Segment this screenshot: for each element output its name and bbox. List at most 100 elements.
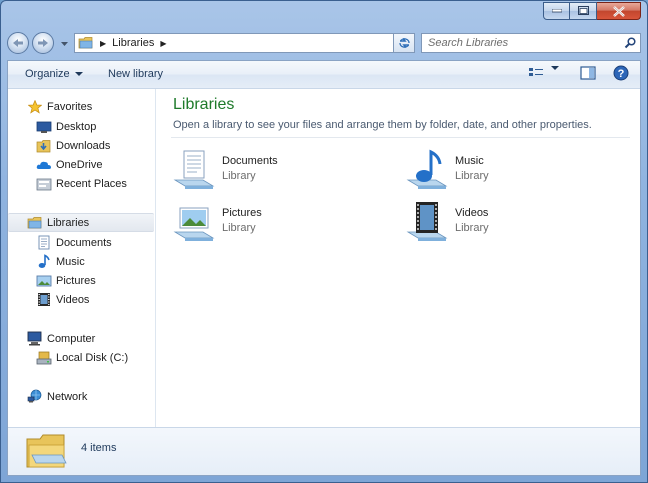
documents-icon — [36, 235, 52, 251]
library-name: Documents — [222, 155, 278, 167]
forward-arrow-icon — [38, 39, 48, 47]
library-name: Videos — [455, 207, 489, 219]
title-bar[interactable] — [1, 1, 647, 29]
view-options-icon — [529, 68, 543, 76]
star-icon — [27, 99, 43, 115]
content-pane: Libraries Open a library to see your fil… — [156, 89, 640, 429]
minimize-button[interactable] — [543, 2, 570, 20]
nav-item-label: Recent Places — [56, 177, 127, 190]
search-icon[interactable] — [624, 37, 636, 49]
libraries-folder-icon — [26, 434, 67, 468]
videos-library-icon — [406, 202, 448, 241]
view-dropdown[interactable] — [551, 66, 559, 82]
local-disk-icon — [36, 350, 52, 366]
nav-item-documents[interactable]: Documents — [8, 233, 154, 252]
recent-places-icon — [36, 176, 52, 192]
chevron-down-icon — [551, 66, 559, 82]
help-icon: ? — [613, 65, 629, 81]
library-name: Pictures — [222, 207, 262, 219]
documents-library-icon — [173, 150, 215, 189]
music-library-icon — [406, 149, 448, 189]
recent-pages-dropdown[interactable] — [59, 39, 69, 49]
back-button[interactable] — [7, 32, 29, 54]
chevron-down-icon — [60, 42, 68, 46]
svg-text:?: ? — [618, 68, 625, 80]
command-bar: Organize New library ? — [8, 61, 640, 89]
library-item-music[interactable]: Music Library — [406, 148, 626, 192]
libraries-folder-icon — [27, 215, 43, 231]
nav-favorites[interactable]: Favorites — [8, 97, 154, 116]
library-type: Library — [455, 170, 489, 182]
new-library-label: New library — [108, 68, 164, 80]
maximize-button[interactable] — [570, 2, 597, 20]
nav-item-recent-places[interactable]: Recent Places — [8, 174, 154, 193]
network-icon — [27, 389, 43, 405]
navigation-pane: Favorites Desktop Downloads OneDrive Rec… — [8, 89, 156, 429]
nav-item-label: Local Disk (C:) — [56, 351, 129, 364]
nav-item-label: Pictures — [56, 274, 96, 287]
navigation-bar: ▶ Libraries ▶ Search Libraries — [7, 31, 641, 57]
chevron-right-icon[interactable]: ▶ — [160, 39, 166, 48]
refresh-button[interactable] — [393, 33, 415, 53]
nav-item-onedrive[interactable]: OneDrive — [8, 155, 154, 174]
header-divider — [171, 137, 630, 138]
nav-network[interactable]: Network — [8, 387, 154, 406]
page-description: Open a library to see your files and arr… — [173, 119, 592, 131]
search-placeholder: Search Libraries — [428, 37, 509, 49]
back-arrow-icon — [13, 39, 23, 47]
nav-computer[interactable]: Computer — [8, 329, 154, 348]
nav-item-label: OneDrive — [56, 158, 103, 171]
nav-computer-label: Computer — [47, 332, 96, 345]
forward-button[interactable] — [32, 32, 54, 54]
caption-buttons — [543, 2, 641, 20]
close-icon — [612, 5, 625, 17]
maximize-icon — [577, 6, 589, 15]
libraries-folder-icon — [78, 37, 93, 49]
explorer-window: ▶ Libraries ▶ Search Libraries Organize — [0, 0, 648, 483]
nav-item-local-disk[interactable]: Local Disk (C:) — [8, 348, 154, 367]
refresh-icon — [398, 38, 410, 48]
nav-item-label: Music — [56, 255, 85, 268]
chevron-right-icon[interactable]: ▶ — [100, 39, 106, 48]
nav-libraries-label: Libraries — [47, 216, 90, 229]
close-button[interactable] — [597, 2, 641, 20]
new-library-button[interactable]: New library — [108, 68, 163, 80]
library-type: Library — [455, 222, 489, 234]
desktop-icon — [36, 119, 52, 135]
library-item-videos[interactable]: Videos Library — [406, 200, 626, 244]
downloads-icon — [36, 138, 52, 154]
library-name: Music — [455, 155, 484, 167]
nav-item-music[interactable]: Music — [8, 252, 154, 271]
nav-network-label: Network — [47, 390, 88, 403]
page-title: Libraries — [173, 96, 235, 113]
pictures-icon — [36, 273, 52, 289]
nav-favorites-label: Favorites — [47, 100, 93, 113]
library-item-pictures[interactable]: Pictures Library — [173, 200, 393, 244]
address-bar[interactable]: ▶ Libraries ▶ — [74, 33, 415, 53]
library-item-documents[interactable]: Documents Library — [173, 148, 393, 192]
help-button[interactable]: ? — [613, 65, 629, 84]
nav-item-videos[interactable]: Videos — [8, 290, 154, 309]
nav-item-desktop[interactable]: Desktop — [8, 117, 154, 136]
organize-button[interactable]: Organize — [25, 68, 83, 80]
breadcrumb-libraries[interactable]: Libraries — [112, 37, 154, 49]
change-view-button[interactable] — [528, 66, 546, 83]
item-count: 4 items — [81, 442, 117, 454]
preview-pane-icon — [580, 66, 596, 80]
pictures-library-icon — [173, 207, 215, 241]
nav-item-label: Downloads — [56, 139, 111, 152]
search-input[interactable]: Search Libraries — [421, 33, 641, 53]
nav-item-label: Videos — [56, 293, 90, 306]
preview-pane-button[interactable] — [580, 66, 596, 84]
nav-item-label: Documents — [56, 236, 112, 249]
details-pane: 4 items — [8, 427, 640, 475]
nav-item-label: Desktop — [56, 120, 97, 133]
nav-item-downloads[interactable]: Downloads — [8, 136, 154, 155]
library-type: Library — [222, 222, 256, 234]
nav-libraries[interactable]: Libraries — [8, 213, 154, 232]
nav-item-pictures[interactable]: Pictures — [8, 271, 154, 290]
videos-icon — [36, 292, 52, 308]
organize-label: Organize — [25, 68, 70, 80]
chevron-down-icon — [74, 72, 83, 76]
computer-icon — [27, 331, 43, 347]
